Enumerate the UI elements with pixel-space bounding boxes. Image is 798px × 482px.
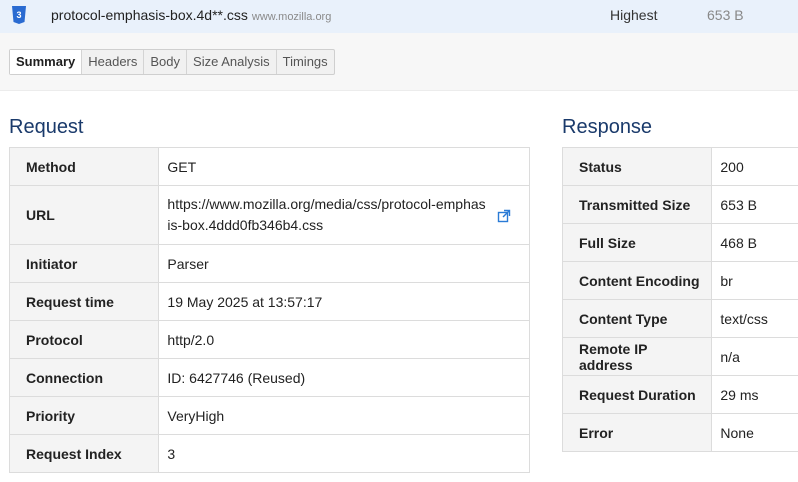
- request-value-request-index: 3: [158, 434, 530, 473]
- response-key-content-encoding: Content Encoding: [561, 261, 713, 300]
- table-row: Priority VeryHigh: [8, 396, 530, 435]
- table-row: Method GET: [8, 147, 530, 186]
- response-value-content-encoding: br: [711, 261, 798, 300]
- svg-text:3: 3: [16, 10, 21, 20]
- table-row: Request Index 3: [8, 434, 530, 473]
- request-key-priority: Priority: [8, 396, 160, 435]
- response-key-remote-ip: Remote IP address: [561, 337, 713, 376]
- request-value-url[interactable]: https://www.mozilla.org/media/css/protoc…: [167, 194, 487, 236]
- resource-size: 653 B: [707, 7, 744, 23]
- table-row: Protocol http/2.0: [8, 320, 530, 359]
- resource-domain: www.mozilla.org: [251, 11, 332, 23]
- response-key-request-duration: Request Duration: [561, 375, 713, 414]
- request-key-connection: Connection: [8, 358, 160, 397]
- table-row: Error None: [561, 413, 798, 452]
- request-value-request-time: 19 May 2025 at 13:57:17: [158, 282, 530, 321]
- response-key-status: Status: [561, 147, 713, 186]
- tab-body[interactable]: Body: [144, 50, 188, 74]
- table-row: Initiator Parser: [8, 244, 530, 283]
- response-value-content-type: text/css: [711, 299, 798, 338]
- response-section-title: Response: [562, 116, 653, 138]
- table-row: Connection ID: 6427746 (Reused): [8, 358, 530, 397]
- resource-filename: protocol-emphasis-box.4d**.css: [51, 7, 248, 23]
- table-row: Status 200: [561, 147, 798, 186]
- response-value-request-duration: 29 ms: [711, 375, 798, 414]
- table-row: Request time 19 May 2025 at 13:57:17: [8, 282, 530, 321]
- tab-size-analysis[interactable]: Size Analysis: [187, 50, 277, 74]
- request-value-priority: VeryHigh: [158, 396, 530, 435]
- detail-tab-bar: Summary Headers Body Size Analysis Timin…: [0, 33, 798, 91]
- open-external-link-icon[interactable]: [497, 208, 511, 223]
- response-value-full-size: 468 B: [711, 223, 798, 262]
- response-key-full-size: Full Size: [561, 223, 713, 262]
- resource-priority: Highest: [610, 7, 658, 23]
- response-value-transmitted-size: 653 B: [711, 185, 798, 224]
- table-row: Remote IP address n/a: [561, 337, 798, 376]
- table-row: Request Duration 29 ms: [561, 375, 798, 414]
- request-value-method: GET: [158, 147, 530, 186]
- response-value-error: None: [711, 413, 798, 452]
- request-key-protocol: Protocol: [8, 320, 160, 359]
- tab-headers[interactable]: Headers: [82, 50, 145, 74]
- resource-name: protocol-emphasis-box.4d**.css www.mozill…: [51, 7, 331, 23]
- tab-group: Summary Headers Body Size Analysis Timin…: [9, 49, 335, 75]
- response-value-status: 200: [711, 147, 798, 186]
- table-row: URL https://www.mozilla.org/media/css/pr…: [8, 185, 530, 245]
- response-table: Status 200 Transmitted Size 653 B Full S…: [561, 147, 798, 452]
- request-key-request-time: Request time: [8, 282, 160, 321]
- response-value-remote-ip: n/a: [711, 337, 798, 376]
- request-value-protocol: http/2.0: [158, 320, 530, 359]
- request-value-initiator: Parser: [158, 244, 530, 283]
- request-value-connection: ID: 6427746 (Reused): [158, 358, 530, 397]
- request-value-url-cell: https://www.mozilla.org/media/css/protoc…: [158, 185, 530, 245]
- css-file-icon: 3: [11, 5, 27, 25]
- response-key-content-type: Content Type: [561, 299, 713, 338]
- table-row: Full Size 468 B: [561, 223, 798, 262]
- table-row: Content Encoding br: [561, 261, 798, 300]
- tab-timings[interactable]: Timings: [277, 50, 334, 74]
- selected-resource-row[interactable]: 3 protocol-emphasis-box.4d**.css www.mozi…: [0, 0, 798, 33]
- table-row: Content Type text/css: [561, 299, 798, 338]
- request-key-request-index: Request Index: [8, 434, 160, 473]
- table-row: Transmitted Size 653 B: [561, 185, 798, 224]
- request-table: Method GET URL https://www.mozilla.org/m…: [8, 147, 530, 473]
- tab-summary[interactable]: Summary: [10, 50, 83, 74]
- response-key-error: Error: [561, 413, 713, 452]
- request-key-method: Method: [8, 147, 160, 186]
- response-key-transmitted-size: Transmitted Size: [561, 185, 713, 224]
- request-section-title: Request: [9, 116, 84, 138]
- request-key-url: URL: [8, 185, 160, 245]
- request-key-initiator: Initiator: [8, 244, 160, 283]
